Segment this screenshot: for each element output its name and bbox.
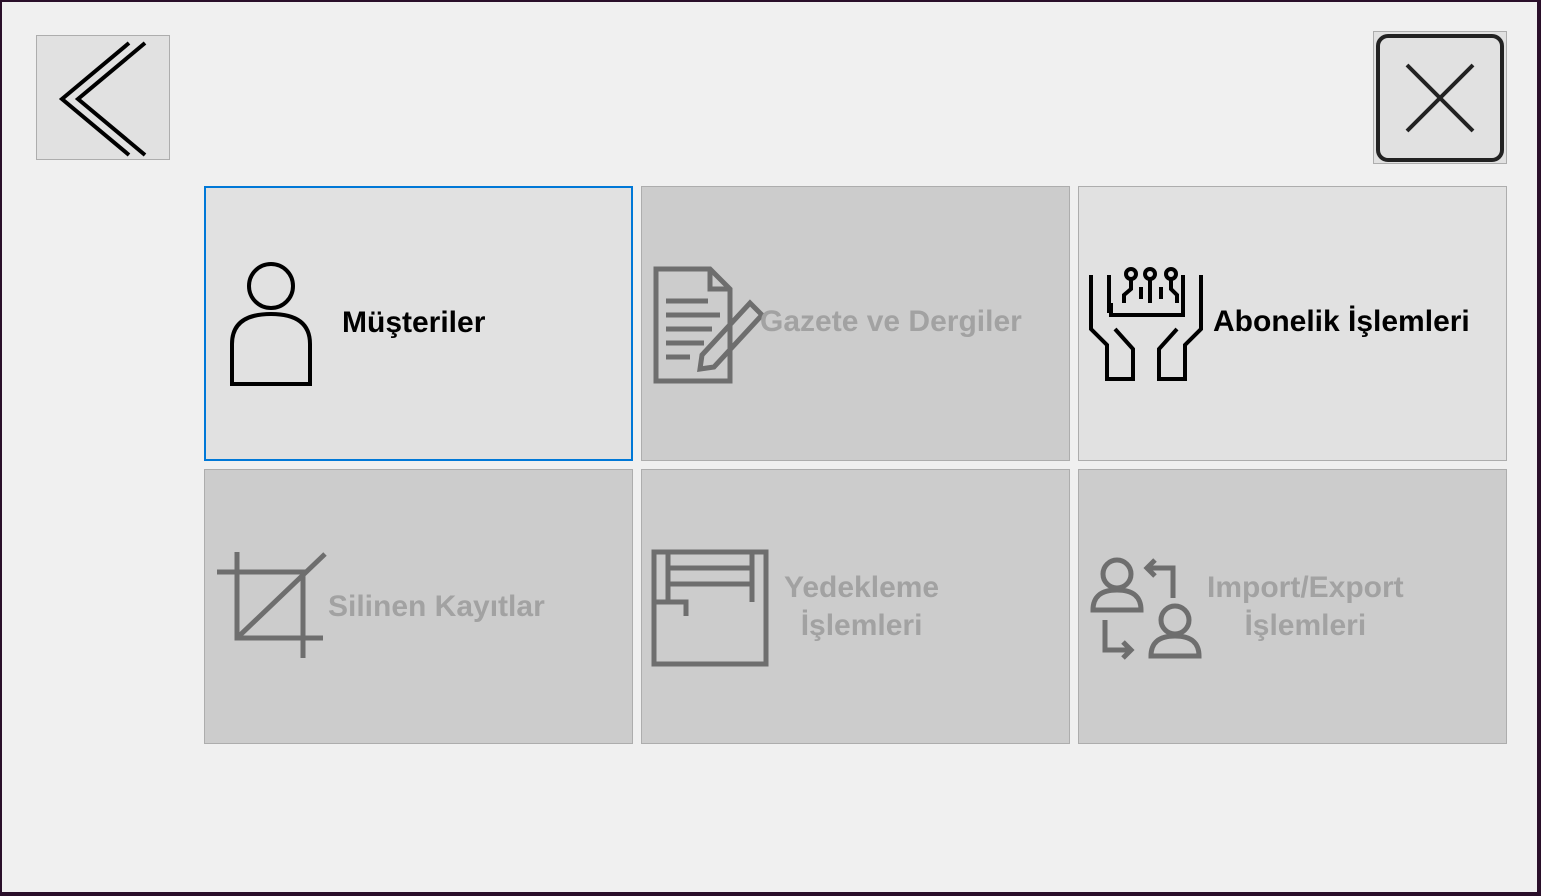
tile-label: Silinen Kayıtlar [328,590,545,623]
tile-gazete-ve-dergiler[interactable]: Gazete ve Dergiler [641,186,1070,461]
tile-label: Müşteriler [342,306,486,339]
person-icon [230,262,312,386]
user-exchange-icon [1090,557,1202,660]
close-x-icon [1376,34,1504,162]
document-edit-icon [653,266,766,384]
tile-label: Abonelik İşlemleri [1213,305,1470,338]
tile-import-export-islemleri[interactable]: Import/Export İşlemleri [1078,469,1507,744]
tile-label: Gazete ve Dergiler [760,305,1022,338]
close-button[interactable] [1373,31,1507,164]
inbox-tray-icon [651,549,769,667]
tile-label: Import/Export İşlemleri [1207,571,1404,642]
tile-yedekleme-islemleri[interactable]: Yedekleme İşlemleri [641,469,1070,744]
back-button[interactable] [36,35,170,160]
double-chevron-left-icon [58,41,147,157]
main-window: Müşteriler Gazete ve Dergiler Abonelik İ… [2,2,1537,892]
crop-icon [217,552,327,658]
tile-musteriler[interactable]: Müşteriler [204,186,633,461]
tile-label: Yedekleme İşlemleri [784,571,940,642]
hands-circuit-icon [1089,267,1203,381]
tile-silinen-kayitlar[interactable]: Silinen Kayıtlar [204,469,633,744]
tile-abonelik-islemleri[interactable]: Abonelik İşlemleri [1078,186,1507,461]
